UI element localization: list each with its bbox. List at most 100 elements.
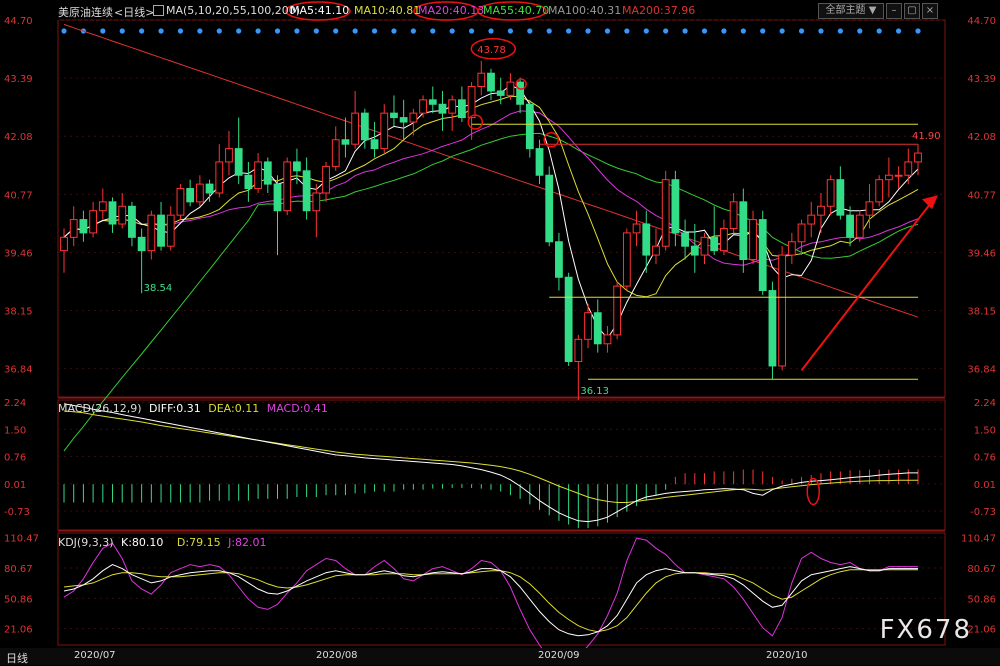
signal-dot xyxy=(798,28,805,34)
candle-body xyxy=(166,214,175,247)
candle-body xyxy=(467,86,476,119)
y-tick-label: 39.46 xyxy=(4,248,33,259)
candle-body xyxy=(390,112,398,119)
high-label: 41.90 xyxy=(912,131,941,142)
candle-body xyxy=(302,170,311,212)
signal-dot xyxy=(740,28,746,34)
theme-dropdown[interactable]: 全部主题 ▼ xyxy=(818,3,884,19)
signal-dot xyxy=(139,28,145,34)
candle-body xyxy=(457,99,466,119)
signal-dot xyxy=(546,28,552,34)
signal-dot xyxy=(197,28,203,34)
signal-dot xyxy=(857,28,863,34)
y-tick-label: 0.01 xyxy=(4,480,26,491)
signal-dot xyxy=(371,28,378,34)
signal-dot xyxy=(313,28,319,34)
y-tick-label: 43.39 xyxy=(4,74,33,85)
candle-body xyxy=(477,72,486,88)
candle-body xyxy=(884,174,893,181)
signal-dot xyxy=(876,28,882,34)
candle-body xyxy=(797,223,806,243)
candle-body xyxy=(613,285,622,336)
signal-dot xyxy=(527,28,533,34)
y-tick-label: 42.08 xyxy=(4,132,33,143)
candle-body xyxy=(399,117,408,123)
low-label: 38.54 xyxy=(144,283,173,294)
candle-body xyxy=(137,236,146,252)
signal-dot xyxy=(468,28,475,34)
period-label[interactable]: <日线> xyxy=(114,4,154,20)
candle-body xyxy=(555,241,563,278)
candle-body xyxy=(118,205,127,225)
signal-dot xyxy=(760,28,766,34)
ma10-value: MA10:40.81 xyxy=(354,4,421,17)
candle-body xyxy=(186,188,195,203)
candle-body xyxy=(341,139,350,145)
minimize-button[interactable]: – xyxy=(886,3,902,19)
period-tab[interactable]: 日线 xyxy=(6,650,28,666)
y-tick-label: -0.73 xyxy=(4,507,30,518)
candle-body xyxy=(419,99,427,114)
signal-dot xyxy=(643,28,649,34)
y-tick-label: 50.86 xyxy=(4,594,33,605)
candle-body xyxy=(593,312,602,345)
candle-body xyxy=(370,139,379,150)
candle-body xyxy=(487,72,495,92)
symbol-name[interactable]: 美原油连续 xyxy=(58,4,113,20)
kdj-d: D:79.15 xyxy=(176,536,221,549)
signal-dot xyxy=(119,28,125,34)
trend-arrowhead xyxy=(922,195,938,210)
ma200-line xyxy=(63,23,919,318)
y-tick-label: 80.67 xyxy=(4,564,33,575)
y-tick-label: 2.24 xyxy=(4,398,26,409)
low-label: 36.13 xyxy=(580,386,609,397)
signal-dot xyxy=(585,28,591,34)
candle-body xyxy=(79,219,88,234)
candle-body xyxy=(817,205,825,216)
ma100-value: MA100:40.31 xyxy=(548,4,622,17)
y-tick-label: 38.15 xyxy=(967,307,996,318)
candle-body xyxy=(632,223,641,234)
restore-button[interactable]: ▢ xyxy=(904,3,920,19)
y-tick-label: 21.06 xyxy=(4,625,33,636)
candle-body xyxy=(584,312,592,340)
theme-label: 全部主题 xyxy=(825,5,866,16)
candle-body xyxy=(720,227,728,252)
candle-body xyxy=(506,81,515,96)
signal-dot xyxy=(779,28,785,34)
candle-body xyxy=(700,236,709,256)
time-axis: 日线 2020/07 2020/08 2020/09 2020/10 xyxy=(0,648,1000,665)
y-tick-label: 50.86 xyxy=(967,594,996,605)
candle-body xyxy=(826,179,835,207)
kdj-header: KDJ(9,3,3) K:80.10 D:79.15 J:82.01 xyxy=(58,536,267,549)
candle-body xyxy=(749,219,757,261)
candle-body xyxy=(875,179,884,203)
candle-body xyxy=(574,338,583,363)
signal-dot xyxy=(566,28,572,34)
ma55-value: MA55:40.70 xyxy=(483,4,550,17)
signal-dot xyxy=(391,28,397,34)
signal-dot xyxy=(507,28,514,34)
signal-dot xyxy=(895,28,902,34)
signal-dot xyxy=(274,28,281,34)
candle-body xyxy=(690,245,699,256)
ma5-line xyxy=(63,85,919,340)
candle-body xyxy=(729,201,738,229)
close-button[interactable]: × xyxy=(922,3,938,19)
candle-body xyxy=(157,214,165,247)
signal-dot xyxy=(818,28,824,34)
signal-dot xyxy=(663,28,669,34)
candle-body xyxy=(215,161,224,194)
y-tick-label: 1.50 xyxy=(4,425,26,436)
candle-body xyxy=(128,205,136,238)
indicator-icon xyxy=(153,5,164,16)
ma200-value: MA200:37.96 xyxy=(622,4,696,17)
signal-dot xyxy=(177,28,184,34)
candle-body xyxy=(758,219,767,292)
candle-body xyxy=(176,188,185,216)
macd-diff-line xyxy=(63,403,918,523)
y-tick-label: -0.73 xyxy=(970,507,996,518)
signal-dot xyxy=(100,28,106,34)
signal-dot xyxy=(604,28,611,34)
candle-body xyxy=(409,112,418,123)
